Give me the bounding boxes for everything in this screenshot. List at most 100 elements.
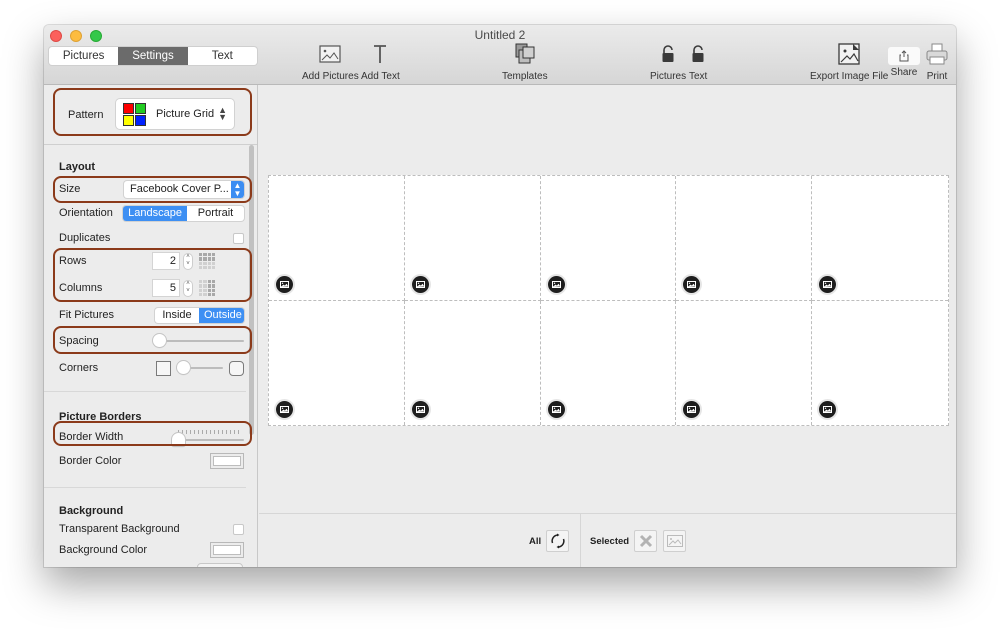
replace-selected-picture-button[interactable] (663, 530, 686, 552)
lock-text-button[interactable]: Text (689, 43, 707, 82)
spacing-slider[interactable] (153, 334, 244, 348)
add-picture-to-cell-button[interactable] (547, 401, 565, 418)
pattern-label: Pattern (68, 109, 104, 121)
partially-hidden-control[interactable] (197, 563, 243, 567)
columns-grid-icon (199, 280, 215, 296)
border-width-row: Border Width (59, 427, 244, 447)
print-button[interactable]: Print (926, 43, 948, 82)
add-picture-to-cell-button[interactable] (411, 401, 429, 418)
orientation-landscape[interactable]: Landscape (123, 205, 187, 221)
spacing-slider-knob[interactable] (153, 334, 166, 347)
add-picture-to-cell-button[interactable] (547, 275, 565, 293)
picture-cell[interactable] (405, 300, 541, 425)
selected-label: Selected (590, 536, 630, 547)
picture-icon (280, 406, 289, 413)
rows-stepper[interactable]: ˄ ˅ (184, 253, 192, 269)
all-label: All (529, 536, 542, 547)
square-corner-icon (156, 360, 171, 376)
swatch-yellow (123, 114, 134, 126)
duplicates-checkbox[interactable] (233, 232, 244, 244)
tab-text[interactable]: Text (188, 47, 257, 65)
add-picture-to-cell-button[interactable] (276, 401, 293, 418)
orientation-portrait[interactable]: Portrait (187, 206, 244, 221)
window-title: Untitled 2 (474, 28, 526, 42)
pattern-value: Picture Grid (156, 108, 215, 120)
add-picture-to-cell-button[interactable] (411, 275, 429, 293)
swatch-green (135, 102, 146, 114)
chevron-updown-icon: ▲ ▼ (218, 105, 227, 122)
rounded-corner-icon (229, 360, 244, 376)
picture-icon (551, 406, 561, 413)
orientation-row: Orientation Landscape Portrait (59, 203, 244, 223)
add-picture-to-cell-button[interactable] (683, 275, 701, 293)
templates-icon (514, 43, 536, 65)
border-color-well[interactable] (210, 453, 244, 469)
columns-input[interactable]: 5 (153, 280, 179, 296)
transparent-background-checkbox[interactable] (233, 523, 244, 535)
border-width-slider[interactable] (172, 430, 244, 446)
picture-icon (666, 535, 683, 547)
bottom-bar: All Selected (259, 513, 956, 567)
columns-stepper[interactable]: ˄ ˅ (184, 280, 192, 296)
orientation-segmented: Landscape Portrait (123, 205, 244, 221)
picture-icon (687, 406, 697, 413)
spacing-row: Spacing (59, 331, 244, 351)
export-image-icon (838, 43, 860, 65)
transparent-background-row: Transparent Background (59, 519, 244, 539)
share-icon (888, 47, 920, 65)
corners-row: Corners (59, 358, 244, 378)
add-text-button[interactable]: Add Text (361, 43, 400, 82)
picture-cell[interactable] (812, 176, 948, 301)
border-color-row: Border Color (59, 451, 244, 471)
printer-icon (926, 43, 948, 65)
border-width-slider-knob[interactable] (172, 433, 185, 446)
shuffle-all-button[interactable] (546, 530, 569, 552)
picture-icon (687, 280, 697, 288)
background-color-well[interactable] (210, 542, 244, 558)
remove-selected-button[interactable] (634, 530, 657, 552)
refresh-icon (550, 533, 565, 549)
picture-cell[interactable] (269, 300, 405, 425)
picture-cell[interactable] (540, 176, 677, 301)
picture-cell[interactable] (404, 176, 541, 301)
picture-cell[interactable] (812, 301, 948, 426)
share-button[interactable]: Share (888, 43, 920, 78)
add-picture-to-cell-button[interactable] (819, 401, 837, 418)
swatch-red (123, 102, 134, 114)
size-row: Size Facebook Cover P... ▲ ▼ (59, 179, 244, 199)
background-color-row: Background Color (59, 540, 244, 560)
lock-pictures-button[interactable]: Pictures (650, 43, 686, 82)
rows-grid-icon (199, 253, 215, 269)
export-image-file-button[interactable]: Export Image File (810, 43, 888, 82)
fit-inside[interactable]: Inside (155, 308, 199, 323)
picture-cell[interactable] (676, 300, 813, 425)
picture-cell[interactable] (269, 176, 405, 301)
picture-cell[interactable] (676, 176, 813, 301)
corners-slider-knob[interactable] (177, 361, 190, 374)
add-pictures-button[interactable]: Add Pictures (302, 43, 359, 82)
add-picture-to-cell-button[interactable] (683, 401, 701, 418)
sidebar-scrollbar[interactable] (249, 145, 254, 435)
tab-pictures[interactable]: Pictures (49, 47, 118, 65)
picture-cell[interactable] (541, 300, 677, 425)
fit-pictures-segmented: Inside Outside (155, 307, 244, 323)
add-picture-to-cell-button[interactable] (276, 275, 293, 293)
tick-marks (178, 430, 242, 434)
pattern-select[interactable]: Picture Grid ▲ ▼ (116, 99, 234, 129)
templates-button[interactable]: Templates (502, 43, 548, 82)
corners-slider[interactable] (177, 361, 223, 375)
size-select[interactable]: Facebook Cover P... ▲ ▼ (124, 180, 244, 198)
picture-borders-heading: Picture Borders (59, 411, 142, 423)
toolbar: Untitled 2 Pictures Settings Text Add Pi… (44, 25, 956, 85)
app-window: Untitled 2 Pictures Settings Text Add Pi… (44, 25, 956, 567)
picture-icon (280, 280, 289, 288)
rows-row: Rows 2 ˄ ˅ (59, 251, 244, 271)
picture-icon (823, 406, 833, 413)
panel-tabs: Pictures Settings Text (49, 47, 257, 65)
layout-heading: Layout (59, 161, 96, 173)
tab-settings[interactable]: Settings (118, 47, 188, 65)
rows-input[interactable]: 2 (153, 253, 179, 269)
fit-outside[interactable]: Outside (199, 307, 244, 323)
add-picture-to-cell-button[interactable] (819, 275, 837, 293)
settings-sidebar: Pattern Picture Grid ▲ ▼ Layout Size Face… (44, 85, 258, 567)
